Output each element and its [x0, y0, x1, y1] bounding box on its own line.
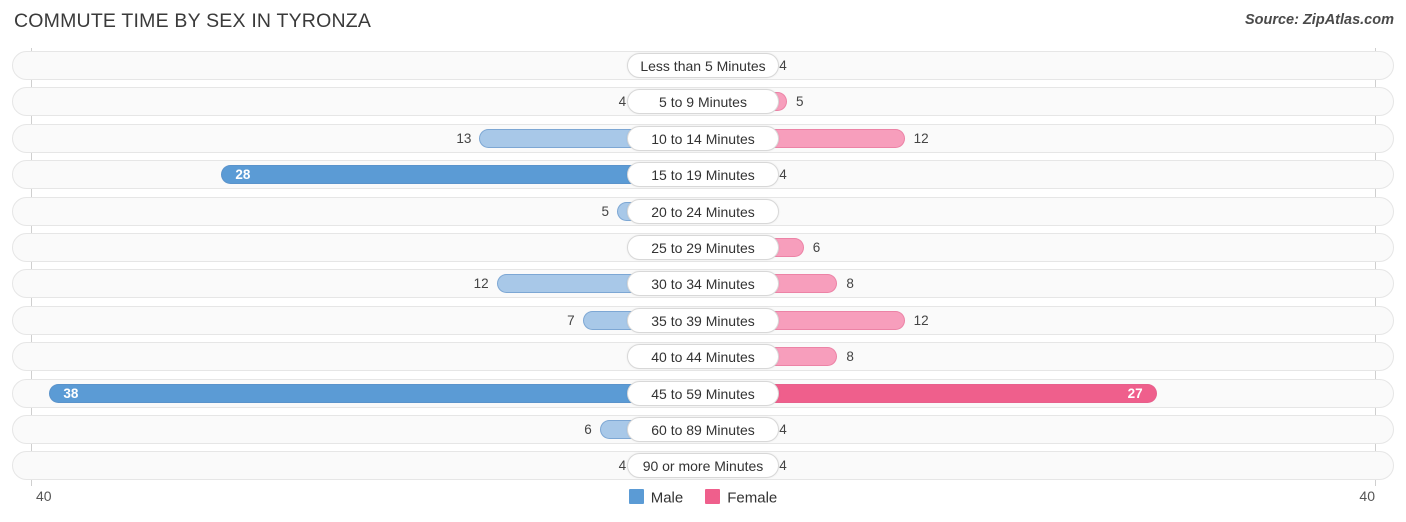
value-label-female: 27 [1127, 385, 1143, 401]
legend-item[interactable]: Female [705, 489, 777, 507]
chart-row: 04Less than 5 Minutes [12, 51, 1394, 80]
category-label: 25 to 29 Minutes [627, 235, 779, 260]
value-label-male: 5 [601, 203, 609, 219]
category-label: 60 to 89 Minutes [627, 417, 779, 442]
value-label-male: 38 [63, 385, 79, 401]
chart-row: 1625 to 29 Minutes [12, 233, 1394, 262]
legend-label: Female [727, 489, 778, 507]
category-label: 30 to 34 Minutes [627, 271, 779, 297]
legend-item[interactable]: Male [628, 489, 684, 507]
value-label-female: 8 [846, 276, 854, 292]
value-label-female: 8 [846, 349, 854, 365]
category-label: Less than 5 Minutes [627, 53, 779, 78]
value-label-female: 4 [779, 167, 787, 183]
value-label-male: 7 [567, 312, 575, 328]
page-title: COMMUTE TIME BY SEX IN TYRONZA [14, 10, 372, 32]
value-label-female: 12 [913, 130, 929, 146]
value-label-female: 5 [796, 94, 804, 110]
chart-row: 7 12 35 to 39 Minutes [12, 305, 1394, 335]
chart-row: 5020 to 24 Minutes [12, 196, 1394, 226]
value-label-male: 4 [618, 94, 627, 110]
value-label-male: 6 [584, 422, 592, 437]
category-label: 10 to 14 Minutes [627, 125, 779, 151]
chart-row: 13 12 10 to 14 Minutes [12, 123, 1394, 153]
category-label: 20 to 24 Minutes [627, 198, 779, 224]
category-label: 15 to 19 Minutes [627, 162, 779, 188]
value-label-female: 4 [779, 458, 787, 474]
value-label-female: 4 [779, 422, 787, 437]
value-label-female: 4 [779, 58, 787, 73]
chart-row: 28 4 15 to 19 Minutes [12, 160, 1394, 190]
legend-swatch-icon [628, 489, 644, 505]
chart-row: 4 5 5 to 9 Minutes [12, 87, 1394, 117]
chart-row: 38 27 45 to 59 Minutes [12, 378, 1394, 408]
chart-header: COMMUTE TIME BY SEX IN TYRONZA Source: Z… [0, 0, 1406, 44]
chart-plot-area: 04Less than 5 Minutes455 to 9 Minutes131… [0, 48, 1406, 486]
chart-row: 12 8 30 to 34 Minutes [12, 269, 1394, 299]
legend-label: Male [650, 489, 684, 507]
category-label: 90 or more Minutes [627, 453, 779, 479]
legend-swatch-icon [705, 489, 721, 505]
value-label-male: 13 [456, 130, 472, 146]
category-label: 5 to 9 Minutes [627, 89, 779, 115]
value-label-female: 6 [812, 240, 821, 255]
chart-footer: 40 40 Male Female [0, 486, 1406, 522]
chart-row: 6 4 60 to 89 Minutes [12, 415, 1394, 444]
chart-legend: Male Female [0, 489, 1406, 507]
category-label: 35 to 39 Minutes [627, 307, 779, 333]
bar-male[interactable] [49, 383, 703, 403]
value-label-male: 4 [618, 458, 627, 474]
value-label-male: 12 [473, 276, 489, 292]
value-label-female: 12 [913, 312, 929, 328]
chart-row: 1840 to 44 Minutes [12, 342, 1394, 372]
source-attribution: Source: ZipAtlas.com [1244, 12, 1394, 28]
value-label-male: 28 [235, 167, 251, 183]
category-label: 40 to 44 Minutes [627, 344, 779, 370]
category-label: 45 to 59 Minutes [627, 380, 779, 406]
chart-row: 4 4 90 or more Minutes [12, 451, 1394, 481]
